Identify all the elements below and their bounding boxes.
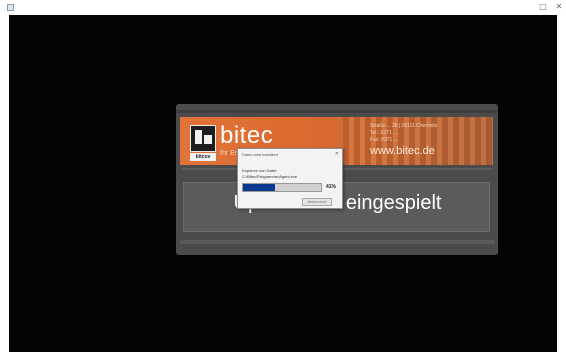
website-url: www.bitec.de bbox=[370, 145, 435, 157]
footer-bar bbox=[180, 240, 495, 244]
logo-wordmark: bitec bbox=[220, 122, 274, 149]
close-button[interactable]: ✕ bbox=[552, 1, 566, 13]
file-path: C:\Bitec\Programme\Agent.exe bbox=[242, 174, 298, 179]
app-icon bbox=[7, 4, 14, 11]
window-titlebar: □ ✕ bbox=[0, 0, 566, 15]
dialog-close-icon[interactable]: ✕ bbox=[335, 151, 339, 157]
contact-address: Straße ... 28 | 09111 Chemnitz bbox=[370, 123, 438, 129]
contact-phone: Tel.: 0371 ... bbox=[370, 130, 398, 136]
bitec-logo-icon bbox=[190, 125, 216, 152]
progress-bar bbox=[242, 183, 322, 192]
progress-dialog: Daten wird installiert ✕ Kopieren von Da… bbox=[237, 148, 343, 209]
contact-info: Straße ... 28 | 09111 Chemnitz Tel.: 037… bbox=[370, 123, 437, 144]
maximize-button[interactable]: □ bbox=[536, 1, 550, 13]
card-top-border bbox=[176, 110, 498, 113]
contact-fax: Fax: 0371 ... bbox=[370, 137, 398, 143]
copy-label: Kopieren von Datei: bbox=[242, 168, 278, 173]
cancel-button[interactable]: Abbrechen bbox=[302, 198, 332, 206]
logo-tag: bitcov bbox=[190, 153, 216, 161]
progress-fill bbox=[243, 184, 275, 191]
dialog-title: Daten wird installiert bbox=[242, 152, 279, 157]
progress-percent: 41% bbox=[326, 184, 337, 190]
